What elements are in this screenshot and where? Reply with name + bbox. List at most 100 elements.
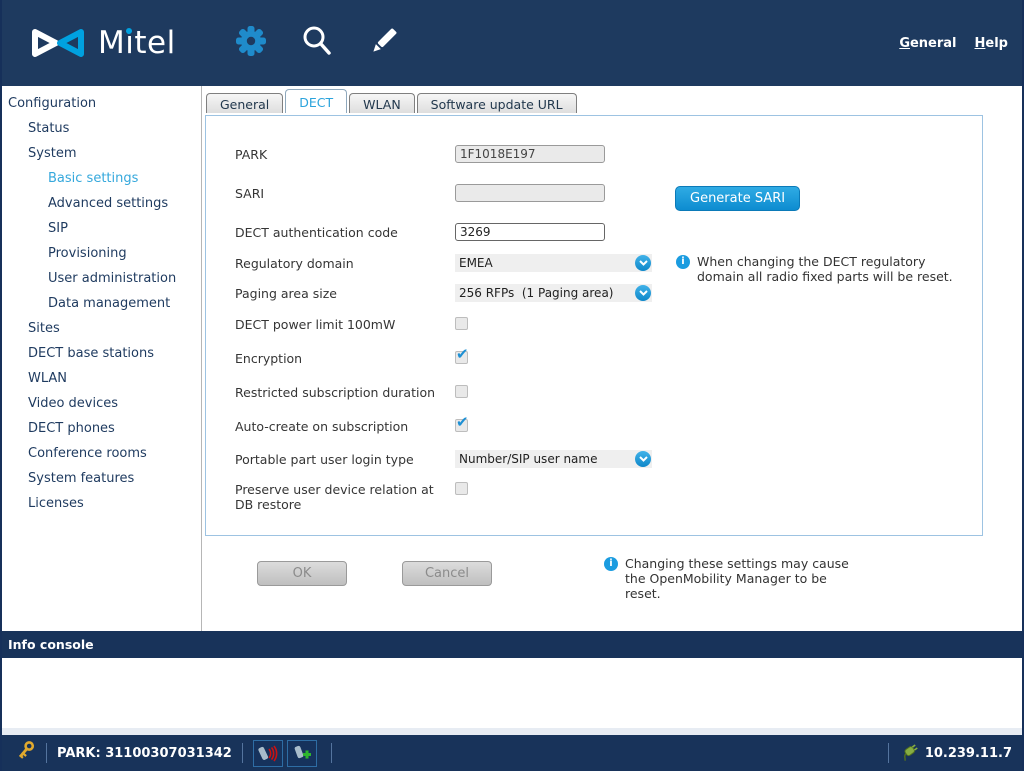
- add-subscription-button[interactable]: [287, 740, 317, 767]
- auto-create-label: Auto-create on subscription: [235, 417, 455, 434]
- sidebar-item-status[interactable]: Status: [2, 116, 201, 141]
- sidebar-item-user-administration[interactable]: User administration: [2, 266, 201, 291]
- reset-note: i Changing these settings may cause the …: [604, 556, 864, 601]
- logo-text: Mitel: [98, 25, 176, 61]
- park-label: PARK: [235, 145, 455, 162]
- sidebar-item-configuration[interactable]: Configuration: [2, 91, 201, 116]
- preserve-relation-label: Preserve user device relation at DB rest…: [235, 480, 455, 512]
- status-ip-text: 10.239.11.7: [925, 746, 1012, 761]
- ok-button[interactable]: OK: [257, 561, 347, 586]
- chevron-down-icon[interactable]: [635, 451, 651, 467]
- login-type-row: Portable part user login type Number/SIP…: [235, 450, 652, 468]
- info-console-output: [2, 658, 1022, 728]
- sidebar-item-system-features[interactable]: System features: [2, 466, 201, 491]
- restricted-subscription-checkbox[interactable]: [455, 385, 468, 398]
- info-icon: i: [604, 557, 618, 571]
- console-scrollbar[interactable]: [2, 728, 1022, 735]
- auth-code-label: DECT authentication code: [235, 223, 455, 240]
- auto-create-row: Auto-create on subscription: [235, 417, 468, 434]
- info-console-title: Info console: [8, 637, 94, 652]
- tab-wlan[interactable]: WLAN: [349, 93, 415, 113]
- app-window: Mitel: [0, 0, 1024, 771]
- divider: [242, 743, 243, 763]
- logo-i-dot: [126, 28, 132, 34]
- sari-row: SARI: [235, 184, 605, 202]
- paging-area-row: Paging area size 256 RFPs (1 Paging area…: [235, 284, 652, 302]
- paging-area-select[interactable]: 256 RFPs (1 Paging area): [455, 284, 652, 302]
- sari-input[interactable]: [455, 184, 605, 202]
- sidebar-item-provisioning[interactable]: Provisioning: [2, 241, 201, 266]
- sidebar-item-dect-phones[interactable]: DECT phones: [2, 416, 201, 441]
- regulatory-domain-select[interactable]: EMEA: [455, 254, 652, 272]
- sidebar-item-wlan[interactable]: WLAN: [2, 366, 201, 391]
- power-limit-row: DECT power limit 100mW: [235, 315, 468, 332]
- generate-sari-button[interactable]: Generate SARI: [675, 186, 800, 211]
- dect-subscription-off-button[interactable]: [253, 740, 283, 767]
- edit-pencil-icon[interactable]: [368, 25, 400, 61]
- tab-software-update-url[interactable]: Software update URL: [417, 93, 577, 113]
- login-type-value: Number/SIP user name: [455, 452, 597, 466]
- divider: [331, 743, 332, 763]
- help-link[interactable]: Help: [975, 36, 1008, 51]
- tab-strip: General DECT WLAN Software update URL: [206, 89, 577, 113]
- preserve-relation-row: Preserve user device relation at DB rest…: [235, 480, 468, 512]
- sidebar-item-advanced-settings[interactable]: Advanced settings: [2, 191, 201, 216]
- power-limit-checkbox[interactable]: [455, 317, 468, 330]
- sidebar-nav: ConfigurationStatusSystemBasic settingsA…: [2, 86, 202, 631]
- general-link[interactable]: General: [899, 36, 956, 51]
- sidebar-item-sip[interactable]: SIP: [2, 216, 201, 241]
- search-icon[interactable]: [300, 24, 334, 62]
- encryption-label: Encryption: [235, 349, 455, 366]
- content-area: General DECT WLAN Software update URL PA…: [202, 86, 1022, 631]
- encryption-checkbox[interactable]: [455, 351, 468, 364]
- sidebar-item-system[interactable]: System: [2, 141, 201, 166]
- sidebar-item-sites[interactable]: Sites: [2, 316, 201, 341]
- sidebar-item-data-management[interactable]: Data management: [2, 291, 201, 316]
- divider: [888, 743, 889, 763]
- info-console-bar: Info console: [2, 631, 1022, 658]
- paging-area-label: Paging area size: [235, 284, 455, 301]
- restricted-subscription-label: Restricted subscription duration: [235, 383, 455, 400]
- power-limit-label: DECT power limit 100mW: [235, 315, 455, 332]
- tab-general[interactable]: General: [206, 93, 283, 113]
- header-links: General Help: [899, 36, 1008, 51]
- park-row: PARK: [235, 145, 605, 163]
- status-bar: PARK: 31100307031342: [2, 735, 1022, 771]
- tab-dect[interactable]: DECT: [285, 89, 347, 113]
- reset-note-text: Changing these settings may cause the Op…: [625, 556, 864, 601]
- sidebar-item-licenses[interactable]: Licenses: [2, 491, 201, 516]
- sidebar-item-basic-settings[interactable]: Basic settings: [2, 166, 201, 191]
- sari-label: SARI: [235, 184, 455, 201]
- chevron-down-icon[interactable]: [635, 255, 651, 271]
- auth-code-row: DECT authentication code: [235, 223, 605, 241]
- dect-settings-panel: PARK SARI DECT authentication code Regul…: [205, 115, 983, 536]
- status-park-text: PARK: 31100307031342: [57, 746, 232, 761]
- chevron-down-icon[interactable]: [635, 285, 651, 301]
- auto-create-checkbox[interactable]: [455, 419, 468, 432]
- settings-gear-icon[interactable]: [234, 24, 268, 62]
- preserve-relation-checkbox[interactable]: [455, 482, 468, 495]
- sidebar-item-conference-rooms[interactable]: Conference rooms: [2, 441, 201, 466]
- mitel-logo: Mitel: [30, 25, 176, 61]
- network-plug-icon: [899, 741, 919, 765]
- sidebar-item-dect-base-stations[interactable]: DECT base stations: [2, 341, 201, 366]
- encryption-row: Encryption: [235, 349, 468, 366]
- info-icon: i: [676, 255, 690, 269]
- restricted-subscription-row: Restricted subscription duration: [235, 383, 468, 400]
- regulatory-note: i When changing the DECT regulatory doma…: [676, 254, 976, 284]
- divider: [46, 743, 47, 763]
- mitel-logo-icon: [30, 26, 86, 60]
- paging-area-value: 256 RFPs (1 Paging area): [455, 286, 613, 300]
- sidebar-item-video-devices[interactable]: Video devices: [2, 391, 201, 416]
- main-area: ConfigurationStatusSystemBasic settingsA…: [2, 86, 1022, 631]
- header: Mitel: [2, 0, 1022, 86]
- cancel-button[interactable]: Cancel: [402, 561, 492, 586]
- login-type-label: Portable part user login type: [235, 450, 455, 467]
- regulatory-domain-label: Regulatory domain: [235, 254, 455, 271]
- regulatory-domain-row: Regulatory domain EMEA: [235, 254, 652, 272]
- regulatory-note-text: When changing the DECT regulatory domain…: [697, 254, 976, 284]
- auth-code-input[interactable]: [455, 223, 605, 241]
- park-input[interactable]: [455, 145, 605, 163]
- login-type-select[interactable]: Number/SIP user name: [455, 450, 652, 468]
- regulatory-domain-value: EMEA: [455, 256, 493, 270]
